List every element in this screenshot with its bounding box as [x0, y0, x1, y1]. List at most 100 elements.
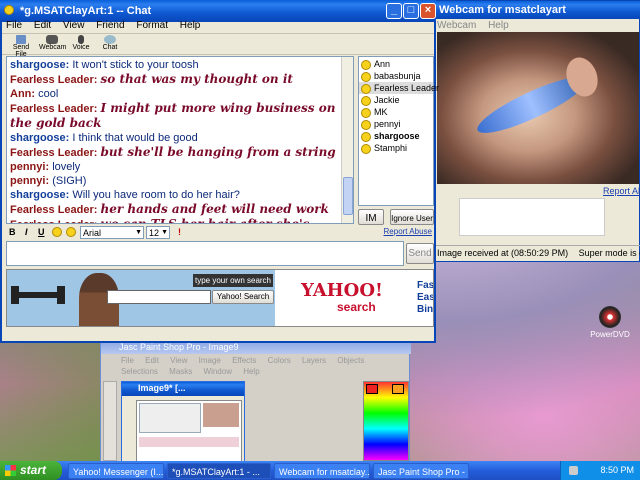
- user-list-item[interactable]: Fearless Leader: [359, 82, 439, 94]
- user-name: babasbunja: [374, 71, 421, 81]
- color-icon[interactable]: !: [178, 226, 181, 238]
- psp-toolbox: [103, 381, 117, 461]
- taskbar-item-paint-shop-pro[interactable]: Jasc Paint Shop Pro - ...: [373, 463, 469, 479]
- psp-menu-view[interactable]: View: [170, 356, 187, 365]
- scrollbar-thumb[interactable]: [343, 177, 353, 215]
- chat-message-nick[interactable]: Ann:: [10, 88, 35, 100]
- chat-message-nick[interactable]: Fearless Leader:: [10, 74, 97, 86]
- psp-menu-image[interactable]: Image: [199, 356, 221, 365]
- taskbar-item-webcam[interactable]: Webcam for msatclay...: [274, 463, 370, 479]
- chat-message-nick[interactable]: Fearless Leader:: [10, 219, 97, 223]
- psp-menu-objects[interactable]: Objects: [337, 356, 364, 365]
- voice-button[interactable]: Voice: [70, 35, 92, 51]
- psp-menu-colors[interactable]: Colors: [268, 356, 291, 365]
- ad-side-line-2: Easi: [417, 292, 433, 303]
- user-list-item[interactable]: pennyi: [359, 118, 433, 130]
- menu-file[interactable]: File: [6, 20, 22, 31]
- font-select-value: Arial: [83, 228, 102, 238]
- psp-foreground-swatch[interactable]: [366, 384, 378, 394]
- webcam-menu-help[interactable]: Help: [488, 20, 509, 31]
- bold-button[interactable]: B: [9, 226, 16, 238]
- user-list-item[interactable]: MK: [359, 106, 433, 118]
- chat-transcript[interactable]: shargoose: It won't stick to your toosh F…: [6, 56, 354, 224]
- psp-menu-file[interactable]: File: [121, 356, 134, 365]
- chat-message-nick[interactable]: shargoose:: [10, 132, 69, 144]
- webcam-menu-webcam[interactable]: Webcam: [437, 20, 476, 31]
- ad-search-input[interactable]: [107, 290, 211, 304]
- size-select[interactable]: 12 ▼: [146, 226, 170, 239]
- clock[interactable]: 8:50 PM: [600, 461, 634, 480]
- taskbar-item-yahoo-messenger[interactable]: Yahoo! Messenger (I...: [68, 463, 164, 479]
- tray-icon[interactable]: [569, 466, 578, 475]
- chat-button[interactable]: Chat: [98, 35, 122, 51]
- chat-message-text: (SIGH): [52, 175, 87, 187]
- menu-friend[interactable]: Friend: [96, 20, 124, 31]
- chat-message-text: It won't stick to your toosh: [72, 59, 199, 71]
- ignore-user-button[interactable]: Ignore User: [390, 209, 434, 225]
- chat-title-bar[interactable]: *g.MSATClayArt:1 -- Chat _ □ ×: [0, 0, 436, 22]
- chat-window-icon: [4, 5, 14, 15]
- send-button[interactable]: Send: [406, 243, 434, 264]
- chat-message: Fearless Leader: her hands and feet will…: [10, 202, 339, 217]
- user-list-item[interactable]: Stamphi: [359, 142, 433, 154]
- webcam-button[interactable]: Webcam: [39, 35, 67, 51]
- chat-message-nick[interactable]: shargoose:: [10, 59, 69, 71]
- chat-message-text: lovely: [52, 161, 81, 173]
- menu-format[interactable]: Format: [136, 20, 168, 31]
- webcam-title-bar[interactable]: Webcam for msatclayart: [433, 1, 640, 19]
- system-tray: 8:50 PM: [560, 461, 640, 480]
- taskbar-item-chat[interactable]: *g.MSATClayArt:1 - ...: [167, 463, 271, 479]
- chat-message-nick[interactable]: shargoose:: [10, 189, 69, 201]
- psp-image-title-bar[interactable]: Image9* [...: [122, 382, 244, 396]
- user-list-item[interactable]: babasbunja: [359, 70, 433, 82]
- italic-button[interactable]: I: [25, 226, 28, 238]
- psp-menu-masks[interactable]: Masks: [169, 367, 192, 376]
- psp-title: Jasc Paint Shop Pro - Image9: [119, 342, 239, 352]
- user-smiley-icon: [361, 107, 371, 118]
- powerdvd-label: PowerDVD: [590, 330, 630, 339]
- psp-menu-edit[interactable]: Edit: [145, 356, 159, 365]
- voice-label: Voice: [72, 44, 90, 51]
- menu-edit[interactable]: Edit: [34, 20, 51, 31]
- user-list-item[interactable]: Ann: [359, 58, 433, 70]
- font-select[interactable]: Arial ▼: [80, 226, 144, 239]
- webcam-report-abuse[interactable]: Report Abus: [603, 186, 640, 196]
- emoticon-icon[interactable]: [52, 227, 62, 237]
- send-file-button[interactable]: Send File: [8, 35, 34, 58]
- start-button[interactable]: start: [0, 461, 62, 480]
- user-smiley-icon: [361, 83, 371, 94]
- menu-help[interactable]: Help: [180, 20, 201, 31]
- psp-background-swatch[interactable]: [392, 384, 404, 394]
- ad-search-button[interactable]: Yahoo! Search: [212, 290, 274, 304]
- user-name: Jackie: [374, 95, 400, 105]
- yahoo-logo-sub: search: [337, 300, 376, 314]
- psp-menu-selections[interactable]: Selections: [121, 367, 158, 376]
- underline-button[interactable]: U: [38, 226, 45, 238]
- report-abuse-link[interactable]: Report Abuse: [384, 226, 432, 238]
- menu-view[interactable]: View: [63, 20, 85, 31]
- chat-message-nick[interactable]: Fearless Leader:: [10, 147, 97, 159]
- powerdvd-desktop-icon[interactable]: PowerDVD: [590, 306, 630, 339]
- psp-image-canvas[interactable]: [136, 400, 242, 462]
- webcam-super-mode[interactable]: Super mode is off - What's this: [579, 248, 640, 258]
- emoticon-alt-icon[interactable]: [66, 227, 76, 237]
- minimize-button[interactable]: _: [386, 3, 402, 19]
- maximize-button[interactable]: □: [403, 3, 419, 19]
- chat-message-nick[interactable]: Fearless Leader:: [10, 103, 97, 115]
- close-button[interactable]: ×: [420, 3, 436, 19]
- psp-menu-help[interactable]: Help: [243, 367, 259, 376]
- psp-menu-layers[interactable]: Layers: [302, 356, 326, 365]
- psp-menu-effects[interactable]: Effects: [232, 356, 256, 365]
- transcript-scrollbar[interactable]: [341, 57, 353, 223]
- start-label: start: [20, 463, 47, 477]
- chat-message-nick[interactable]: pennyi:: [10, 161, 49, 173]
- chat-message-nick[interactable]: Fearless Leader:: [10, 204, 97, 216]
- ad-banner[interactable]: type your own search Yahoo! Search YAHOO…: [6, 269, 434, 327]
- user-list-item[interactable]: Jackie: [359, 94, 433, 106]
- im-button[interactable]: IM: [358, 209, 384, 225]
- psp-menu-window[interactable]: Window: [204, 367, 232, 376]
- chat-message-nick[interactable]: pennyi:: [10, 175, 49, 187]
- user-list-item[interactable]: shargoose: [359, 130, 433, 142]
- message-input[interactable]: [6, 241, 404, 266]
- psp-color-palette[interactable]: [363, 381, 409, 461]
